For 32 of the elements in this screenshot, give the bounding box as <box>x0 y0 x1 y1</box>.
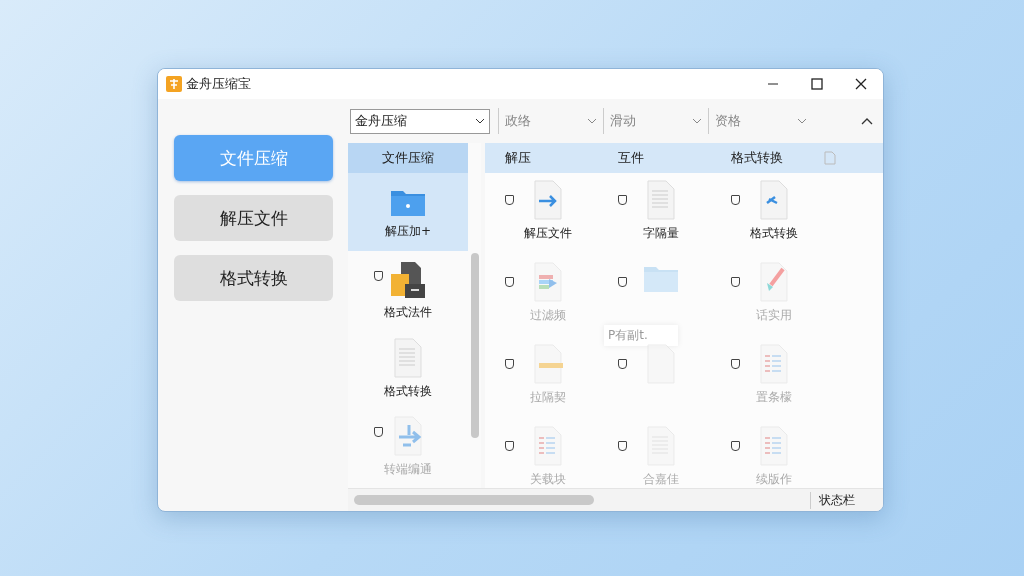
list-header: 文件压缩 <box>348 143 468 173</box>
list-item[interactable]: 解压加+ <box>348 173 468 251</box>
column-header[interactable]: 解压 <box>485 149 598 167</box>
document-icon <box>824 151 836 165</box>
status-text: 状态栏 <box>810 491 883 509</box>
column-header[interactable]: 互件 <box>598 149 711 167</box>
column-header[interactable]: 格式转换 <box>711 149 824 167</box>
maximize-icon <box>811 78 823 90</box>
list-item[interactable]: 格式法件 <box>348 251 468 329</box>
archive-icon <box>389 259 427 300</box>
caret-icon <box>587 118 597 124</box>
caret-icon <box>475 118 485 124</box>
filter-dropdown[interactable]: 资格 <box>708 108 813 134</box>
app-logo-icon <box>166 76 182 92</box>
caret-icon <box>797 118 807 124</box>
collapse-icon[interactable] <box>861 117 873 125</box>
sidebar-item[interactable]: 格式转换 <box>174 255 333 301</box>
window-title: 金舟压缩宝 <box>186 75 251 93</box>
sidebar-item[interactable]: 文件压缩 <box>174 135 333 181</box>
dropdown-field[interactable]: 金舟压缩 <box>350 108 490 134</box>
list-item[interactable]: 格式转换 <box>348 329 468 407</box>
tooltip: P有副t. <box>604 325 678 346</box>
scrollbar-thumb[interactable] <box>471 253 479 438</box>
scrollbar-thumb[interactable] <box>354 495 594 505</box>
close-icon <box>855 78 867 90</box>
caret-icon <box>692 118 702 124</box>
filter-dropdown[interactable]: 政络 <box>498 108 603 134</box>
file-item[interactable]: 解压文件 <box>491 179 604 261</box>
filter-dropdown[interactable]: 滑动 <box>603 108 708 134</box>
file-item[interactable]: 字隔量 <box>604 179 717 261</box>
sidebar-item[interactable]: 解压文件 <box>174 195 333 241</box>
file-item[interactable]: 格式转换 <box>717 179 830 261</box>
